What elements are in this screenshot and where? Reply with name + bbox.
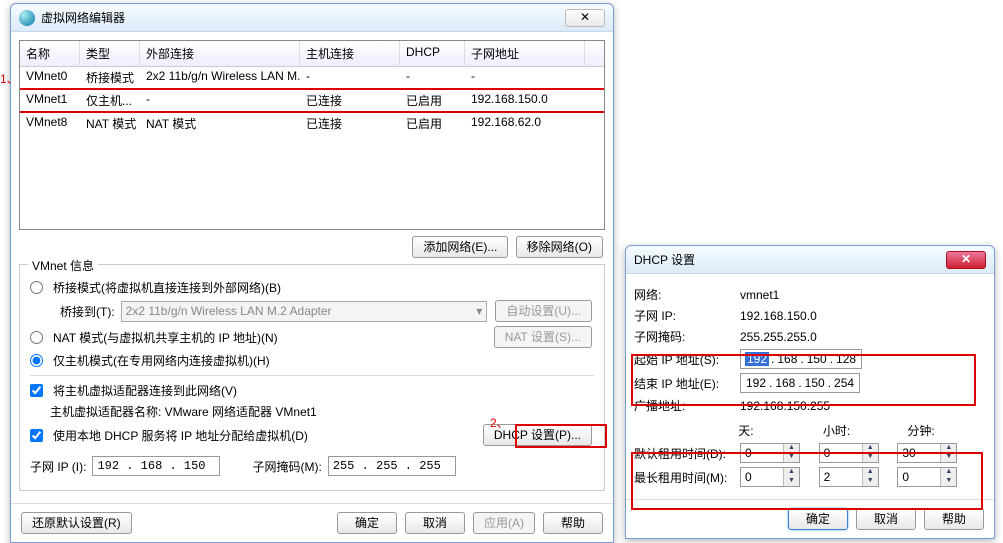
dialog-title: DHCP 设置	[634, 251, 695, 268]
default-mins-spinner[interactable]: ▲▼	[897, 443, 957, 463]
end-ip-input[interactable]: 192.168.150.254	[740, 373, 860, 393]
group-label: VMnet 信息	[28, 257, 98, 274]
dhcp-titlebar: DHCP 设置 ✕	[626, 246, 994, 274]
apply-button: 应用(A)	[473, 512, 535, 534]
vmnet-info-group: VMnet 信息 桥接模式(将虚拟机直接连接到外部网络)(B) 桥接到(T): …	[19, 264, 605, 491]
auto-settings-button: 自动设置(U)...	[495, 300, 592, 322]
network-value: vmnet1	[740, 288, 779, 302]
close-button[interactable]: ✕	[946, 251, 986, 269]
col-name: 名称	[20, 41, 80, 66]
nat-settings-button: NAT 设置(S)...	[494, 326, 592, 348]
bridge-radio[interactable]	[30, 281, 43, 294]
default-hours-spinner[interactable]: ▲▼	[819, 443, 879, 463]
max-days-spinner[interactable]: ▲▼	[740, 467, 800, 487]
col-subnet: 子网地址	[465, 41, 585, 66]
cancel-button[interactable]: 取消	[856, 508, 916, 530]
cancel-button[interactable]: 取消	[405, 512, 465, 534]
help-button[interactable]: 帮助	[543, 512, 603, 534]
annotation-1: 1、	[0, 70, 19, 87]
subnet-ip-input[interactable]	[92, 456, 220, 476]
restore-defaults-button[interactable]: 还原默认设置(R)	[21, 512, 132, 534]
table-row-selected[interactable]: VMnet1仅主机...-已连接已启用192.168.150.0	[19, 88, 605, 113]
subnet-mask-value: 255.255.255.0	[740, 330, 817, 344]
close-button[interactable]: ✕	[565, 9, 605, 27]
table-row[interactable]: VMnet8NAT 模式NAT 模式已连接已启用192.168.62.0	[20, 113, 604, 134]
col-ext: 外部连接	[140, 41, 300, 66]
ok-button[interactable]: 确定	[337, 512, 397, 534]
ok-button[interactable]: 确定	[788, 508, 848, 530]
annotation-2: 2、	[490, 414, 509, 431]
help-button[interactable]: 帮助	[924, 508, 984, 530]
subnet-ip-value: 192.168.150.0	[740, 309, 817, 323]
max-hours-spinner[interactable]: ▲▼	[819, 467, 879, 487]
table-row[interactable]: VMnet0桥接模式2x2 11b/g/n Wireless LAN M...-…	[20, 67, 604, 88]
default-days-spinner[interactable]: ▲▼	[740, 443, 800, 463]
hostonly-radio[interactable]	[30, 354, 43, 367]
col-dhcp: DHCP	[400, 41, 465, 66]
start-ip-input[interactable]: 192.168.150.128	[740, 349, 862, 369]
use-dhcp-checkbox[interactable]	[30, 429, 43, 442]
col-host: 主机连接	[300, 41, 400, 66]
remove-network-button[interactable]: 移除网络(O)	[516, 236, 603, 258]
adapter-name: 主机虚拟适配器名称: VMware 网络适配器 VMnet1	[50, 403, 317, 420]
main-titlebar: 虚拟网络编辑器 ✕	[11, 4, 613, 32]
max-mins-spinner[interactable]: ▲▼	[897, 467, 957, 487]
broadcast-value: 192.168.150.255	[740, 399, 830, 413]
add-network-button[interactable]: 添加网络(E)...	[412, 236, 508, 258]
connect-host-checkbox[interactable]	[30, 384, 43, 397]
network-table[interactable]: 名称 类型 外部连接 主机连接 DHCP 子网地址 VMnet0桥接模式2x2 …	[19, 40, 605, 230]
window-title: 虚拟网络编辑器	[41, 9, 125, 26]
nat-radio[interactable]	[30, 331, 43, 344]
subnet-mask-input[interactable]	[328, 456, 456, 476]
col-type: 类型	[80, 41, 140, 66]
bridge-select: 2x2 11b/g/n Wireless LAN M.2 Adapter▾	[121, 301, 488, 322]
chevron-down-icon: ▾	[476, 304, 482, 318]
app-icon	[19, 10, 35, 26]
